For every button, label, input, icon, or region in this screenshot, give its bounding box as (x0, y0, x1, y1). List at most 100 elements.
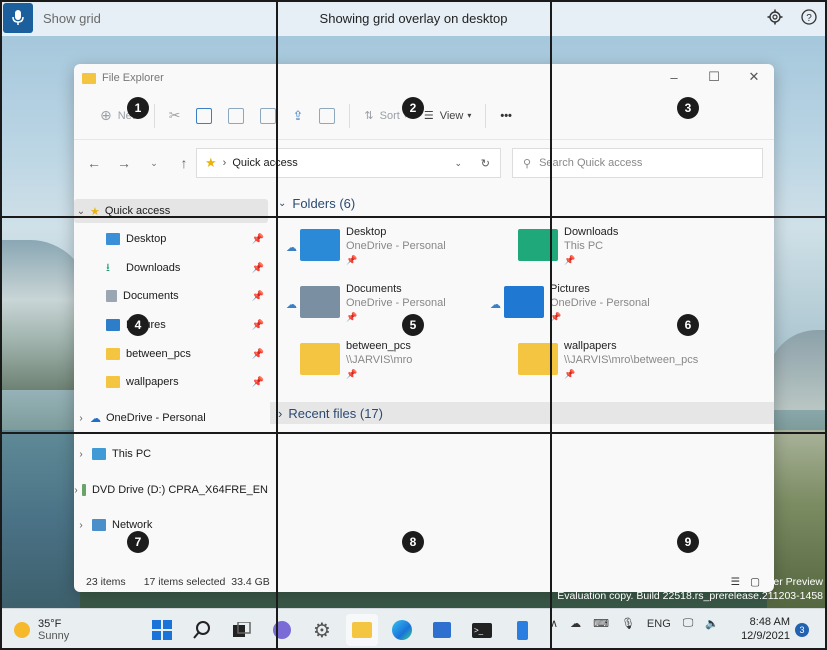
chevron-right-icon[interactable]: › (74, 413, 88, 424)
settings-app-button[interactable]: ⚙ (306, 614, 338, 646)
nav-this-pc[interactable]: › This PC (74, 442, 268, 466)
scissors-icon: ✂ (168, 107, 181, 123)
settings-gear-icon[interactable] (767, 9, 783, 25)
view-button[interactable]: ☰ View ▾ (416, 101, 480, 131)
divider (349, 103, 351, 128)
cut-button[interactable]: ✂ (161, 101, 189, 131)
maximize-button[interactable]: ☐ (694, 64, 734, 90)
nav-item-desktop[interactable]: Desktop 📌 (74, 227, 268, 251)
folder-tile-downloads[interactable]: Downloads This PC 📌 (504, 225, 618, 267)
search-input[interactable]: Search Quick access (539, 157, 642, 169)
nav-item-wallpapers[interactable]: wallpapers 📌 (74, 370, 268, 394)
grid-label-7[interactable]: 7 (127, 531, 149, 553)
help-icon[interactable]: ? (801, 9, 817, 25)
file-explorer-taskbar-button[interactable] (346, 614, 378, 646)
recent-chevron-icon[interactable]: ⌄ (146, 158, 162, 169)
rename-button[interactable] (252, 101, 284, 131)
nav-item-downloads[interactable]: ⭳ Downloads 📌 (74, 256, 268, 280)
wallpaper-water (0, 430, 80, 610)
clock-time: 8:48 AM (749, 616, 790, 628)
network-monitor-icon[interactable]: 🖵 (683, 617, 694, 630)
nav-item-pictures[interactable]: Pictures 📌 (74, 313, 268, 337)
address-bar[interactable]: ★ › Quick access ⌄ ↻ (196, 148, 501, 178)
chevron-down-icon: ▾ (467, 111, 472, 120)
breadcrumb-location[interactable]: Quick access (232, 157, 297, 169)
wallpaper-hill-right (767, 330, 827, 410)
refresh-icon[interactable]: ↻ (481, 157, 490, 170)
keyboard-icon[interactable]: ⌨ (593, 617, 609, 630)
store-bag-icon (433, 622, 451, 638)
clock[interactable]: 8:48 AM 12/9/2021 (740, 615, 790, 643)
edge-button[interactable] (386, 614, 418, 646)
pin-icon: 📌 (251, 262, 264, 274)
more-options-button[interactable]: ••• (492, 101, 520, 131)
grid-label-3[interactable]: 3 (677, 97, 699, 119)
svg-text:?: ? (806, 13, 812, 24)
chat-button[interactable] (266, 614, 298, 646)
nav-item-documents[interactable]: Documents 📌 (74, 284, 268, 308)
details-view-icon[interactable]: ☰ (731, 576, 740, 588)
cloud-icon[interactable]: ☁ (570, 617, 581, 630)
delete-button[interactable] (311, 101, 343, 131)
grid-label-4[interactable]: 4 (127, 314, 149, 336)
chevron-right-icon[interactable]: › (74, 449, 88, 460)
speaker-icon[interactable]: 🔈 (705, 617, 719, 630)
watermark-preview: er Preview (773, 576, 823, 588)
folder-tile-pictures[interactable]: ☁ Pictures OneDrive - Personal 📌 (490, 282, 650, 324)
grid-label-6[interactable]: 6 (677, 314, 699, 336)
nav-onedrive[interactable]: › ☁ OneDrive - Personal (74, 406, 268, 430)
recent-files-group-header[interactable]: › Recent files (17) (270, 402, 774, 424)
grid-label-8[interactable]: 8 (402, 531, 424, 553)
chevron-right-icon[interactable]: › (74, 485, 78, 496)
navigation-pane: ⌄ ★ Quick access Desktop 📌 ⭳ Downloads 📌… (74, 198, 274, 573)
address-dropdown-icon[interactable]: ⌄ (454, 158, 462, 169)
phone-link-button[interactable] (506, 614, 538, 646)
nav-item-between-pcs[interactable]: between_pcs 📌 (74, 342, 268, 366)
folder-tile-desktop[interactable]: ☁ Desktop OneDrive - Personal 📌 (286, 225, 446, 267)
folder-icon (106, 348, 120, 360)
folder-tile-between-pcs[interactable]: between_pcs \\JARVIS\mro 📌 (286, 339, 412, 381)
terminal-button[interactable]: >_ (466, 614, 498, 646)
microphone-button[interactable] (3, 3, 33, 33)
copy-button[interactable] (188, 101, 220, 131)
window-title: File Explorer (102, 72, 164, 84)
minimize-button[interactable]: – (654, 64, 694, 90)
close-button[interactable]: ✕ (734, 64, 774, 90)
folders-group-header[interactable]: ⌄ Folders (6) (278, 196, 355, 211)
start-button[interactable] (146, 614, 178, 646)
tiles-view-icon[interactable]: ▢ (750, 576, 760, 588)
nav-network[interactable]: › Network (74, 513, 268, 537)
forward-arrow-icon[interactable]: → (116, 155, 132, 171)
pin-icon: 📌 (251, 290, 264, 302)
share-button[interactable]: ⇪ (284, 101, 311, 131)
view-list-icon: ☰ (423, 110, 434, 122)
search-button[interactable] (186, 614, 218, 646)
microphone-icon[interactable]: 🎙 (621, 617, 635, 630)
sort-icon: ⇅ (364, 110, 374, 122)
cloud-status-icon: ☁ (286, 299, 297, 311)
trash-icon (319, 107, 336, 124)
paste-button[interactable] (220, 101, 252, 131)
pin-icon: 📌 (346, 255, 358, 265)
grid-label-5[interactable]: 5 (402, 314, 424, 336)
windows-logo-icon (152, 620, 172, 640)
weather-widget[interactable]: 35°F Sunny (14, 618, 69, 642)
chevron-right-icon[interactable]: › (74, 520, 88, 531)
breadcrumb-chevron-icon: › (222, 157, 227, 169)
terminal-icon: >_ (472, 622, 492, 638)
up-arrow-icon[interactable]: ↑ (176, 155, 192, 171)
nav-dvd-drive[interactable]: › DVD Drive (D:) CPRA_X64FRE_EN (74, 478, 268, 502)
chevron-expanded-icon[interactable]: ⌄ (74, 206, 88, 217)
nav-quick-access[interactable]: ⌄ ★ Quick access (74, 199, 268, 223)
grid-label-1[interactable]: 1 (127, 97, 149, 119)
task-view-button[interactable] (226, 614, 258, 646)
grid-line-vertical (550, 0, 552, 650)
notification-badge[interactable]: 3 (795, 623, 809, 637)
store-button[interactable] (426, 614, 458, 646)
folder-tile-wallpapers[interactable]: wallpapers \\JARVIS\mro\between_pcs 📌 (504, 339, 698, 381)
grid-label-9[interactable]: 9 (677, 531, 699, 553)
item-count: 23 items (86, 576, 126, 588)
language-indicator[interactable]: ENG (647, 618, 671, 630)
grid-label-2[interactable]: 2 (402, 97, 424, 119)
back-arrow-icon[interactable]: ← (86, 155, 102, 171)
